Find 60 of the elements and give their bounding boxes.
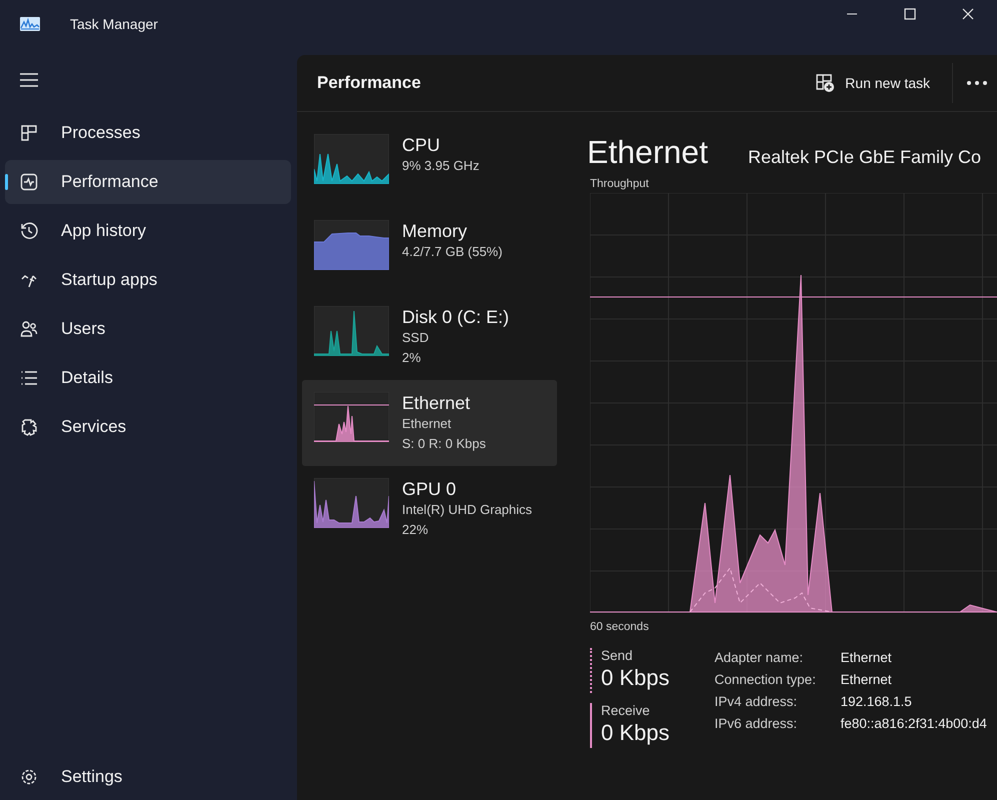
device-detail: 9% 3.95 GHz: [402, 157, 480, 175]
adapter-model: Realtek PCIe GbE Family Co: [748, 147, 982, 168]
chart-label: Throughput: [590, 178, 650, 190]
info-value: Ethernet: [840, 650, 893, 665]
nav-item[interactable]: Details: [5, 356, 291, 400]
stat-value: 0 Kbps: [601, 664, 670, 692]
nav-item[interactable]: Services: [5, 405, 291, 449]
device-item[interactable]: Memory 4.2/7.7 GB (55%): [302, 208, 557, 294]
info-label: Adapter name:: [714, 650, 804, 665]
device-name: Disk 0 (C: E:): [402, 306, 510, 328]
app-icon: [20, 17, 40, 31]
device-title: Ethernet: [587, 134, 708, 170]
nav-item[interactable]: Performance: [5, 160, 291, 204]
device-detail: 22%: [402, 521, 430, 539]
history-icon: [20, 222, 38, 240]
stat-value: 0 Kbps: [601, 719, 670, 747]
device-name: Memory: [402, 220, 468, 242]
info-label: IPv6 address:: [714, 716, 798, 731]
device-name: Ethernet: [402, 392, 472, 414]
nav-item[interactable]: Users: [5, 307, 291, 351]
device-name: GPU 0: [402, 478, 458, 500]
page-title: Performance: [317, 73, 421, 93]
device-name: CPU: [402, 134, 442, 156]
device-detail: SSD: [402, 329, 430, 347]
device-item[interactable]: GPU 0 Intel(R) UHD Graphics 22%: [302, 466, 557, 552]
settings-icon: [20, 768, 38, 786]
stat-label: Send: [601, 648, 634, 663]
close-icon: [962, 8, 974, 20]
settings-item[interactable]: Settings: [5, 754, 291, 800]
new-task-icon: [815, 73, 836, 93]
device-detail: 2%: [402, 349, 422, 367]
info-value: fe80::a816:2f31:4b00:d4: [840, 716, 987, 731]
more-icon: [967, 81, 987, 85]
run-new-task-button[interactable]: Run new task: [805, 69, 940, 97]
info-label: Connection type:: [714, 672, 817, 687]
info-label: IPv4 address:: [714, 694, 798, 709]
time-axis-label: 60 seconds: [590, 621, 650, 633]
services-icon: [20, 418, 38, 436]
nav-item[interactable]: App history: [5, 209, 291, 253]
device-item[interactable]: CPU 9% 3.95 GHz: [302, 122, 557, 208]
nav-item[interactable]: Startup apps: [5, 258, 291, 302]
performance-icon: [20, 173, 38, 191]
stat-label: Receive: [601, 703, 651, 718]
info-value: 192.168.1.5: [840, 694, 913, 709]
info-value: Ethernet: [840, 672, 893, 687]
device-item[interactable]: Ethernet Ethernet S: 0 R: 0 Kbps: [302, 380, 557, 466]
menu-button[interactable]: [20, 73, 38, 87]
users-icon: [20, 320, 38, 338]
window-title: Task Manager: [70, 16, 158, 32]
device-detail: 4.2/7.7 GB (55%): [402, 243, 502, 261]
device-detail: Ethernet: [402, 415, 452, 433]
maximize-icon: [904, 8, 916, 20]
device-item[interactable]: Disk 0 (C: E:) SSD 2%: [302, 294, 557, 380]
processes-icon: [20, 124, 38, 142]
nav-item[interactable]: Processes: [5, 111, 291, 155]
selection-indicator: [5, 174, 8, 190]
device-detail: Intel(R) UHD Graphics: [402, 501, 532, 519]
menu-icon: [20, 73, 38, 87]
device-detail: S: 0 R: 0 Kbps: [402, 435, 486, 453]
details-icon: [20, 369, 38, 387]
